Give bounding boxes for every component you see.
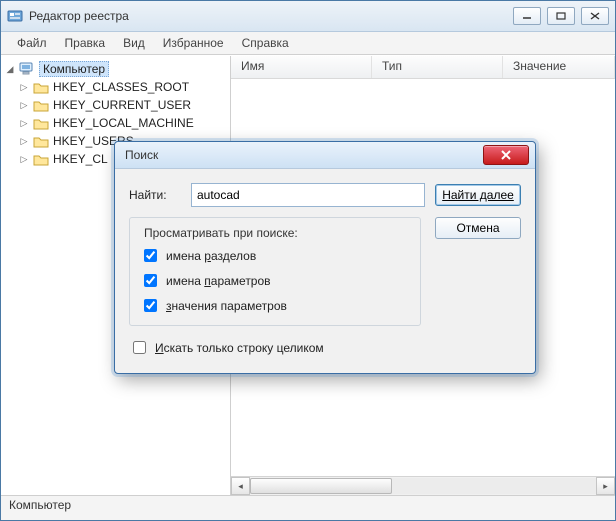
- tree-node-label: HKEY_CLASSES_ROOT: [53, 80, 189, 94]
- collapse-icon[interactable]: ◢: [5, 64, 15, 74]
- regedit-icon: [7, 8, 23, 24]
- menu-edit[interactable]: Правка: [57, 34, 114, 52]
- menubar: Файл Правка Вид Избранное Справка: [1, 32, 615, 55]
- look-at-group: Просматривать при поиске: имена разделов…: [129, 217, 421, 326]
- checkbox-values-input[interactable]: [144, 274, 157, 287]
- tree-node-label: HKEY_CL: [53, 152, 108, 166]
- expand-icon[interactable]: ▷: [19, 118, 29, 128]
- menu-favorites[interactable]: Избранное: [155, 34, 232, 52]
- tree-node-label: HKEY_LOCAL_MACHINE: [53, 116, 194, 130]
- expand-icon[interactable]: ▷: [19, 136, 29, 146]
- checkbox-keys-input[interactable]: [144, 249, 157, 262]
- folder-icon: [33, 81, 49, 94]
- computer-icon: [19, 62, 35, 76]
- expand-icon[interactable]: ▷: [19, 154, 29, 164]
- statusbar: Компьютер: [1, 495, 615, 520]
- tree-root-label: Компьютер: [39, 61, 109, 77]
- menu-view[interactable]: Вид: [115, 34, 153, 52]
- tree-node-label: HKEY_CURRENT_USER: [53, 98, 191, 112]
- tree-node[interactable]: ▷ HKEY_CLASSES_ROOT: [17, 78, 228, 96]
- titlebar[interactable]: Редактор реестра: [1, 1, 615, 32]
- dialog-close-button[interactable]: [483, 145, 529, 165]
- folder-icon: [33, 135, 49, 148]
- minimize-button[interactable]: [513, 7, 541, 25]
- close-icon: [500, 150, 512, 160]
- column-type[interactable]: Тип: [372, 56, 503, 78]
- horizontal-scrollbar[interactable]: ◂ ▸: [231, 476, 615, 495]
- column-name[interactable]: Имя: [231, 56, 372, 78]
- find-dialog[interactable]: Поиск Найти: Найти далее Просматривать п…: [114, 141, 536, 374]
- find-next-button[interactable]: Найти далее: [435, 184, 521, 206]
- checkbox-data-input[interactable]: [144, 299, 157, 312]
- expand-icon[interactable]: ▷: [19, 100, 29, 110]
- main-window: Редактор реестра Файл Правка Вид Избранн…: [0, 0, 616, 521]
- folder-icon: [33, 117, 49, 130]
- checkbox-whole-string[interactable]: Искать только строку целиком: [129, 338, 521, 357]
- scroll-right-button[interactable]: ▸: [596, 477, 615, 495]
- expand-icon[interactable]: ▷: [19, 82, 29, 92]
- column-value[interactable]: Значение: [503, 56, 615, 78]
- checkbox-values-label: имена параметров: [166, 274, 271, 288]
- tree-node[interactable]: ▷ HKEY_LOCAL_MACHINE: [17, 114, 228, 132]
- folder-icon: [33, 153, 49, 166]
- folder-icon: [33, 99, 49, 112]
- checkbox-keys[interactable]: имена разделов: [140, 246, 410, 265]
- maximize-button[interactable]: [547, 7, 575, 25]
- tree-node[interactable]: ▷ HKEY_CURRENT_USER: [17, 96, 228, 114]
- checkbox-keys-label: имена разделов: [166, 249, 256, 263]
- find-label: Найти:: [129, 188, 181, 202]
- menu-help[interactable]: Справка: [234, 34, 297, 52]
- status-path: Компьютер: [9, 498, 71, 512]
- menu-file[interactable]: Файл: [9, 34, 55, 52]
- checkbox-whole-label: Искать только строку целиком: [155, 341, 324, 355]
- scroll-track[interactable]: [250, 478, 596, 494]
- scroll-thumb[interactable]: [250, 478, 392, 494]
- window-title: Редактор реестра: [29, 9, 513, 23]
- scroll-left-button[interactable]: ◂: [231, 477, 250, 495]
- list-header: Имя Тип Значение: [231, 56, 615, 79]
- checkbox-values[interactable]: имена параметров: [140, 271, 410, 290]
- window-buttons: [513, 7, 609, 25]
- checkbox-data-label: значения параметров: [166, 299, 287, 313]
- tree-root-node[interactable]: ◢ Компьютер: [3, 60, 228, 78]
- group-title: Просматривать при поиске:: [140, 226, 302, 240]
- close-button[interactable]: [581, 7, 609, 25]
- find-input[interactable]: [191, 183, 425, 207]
- dialog-title: Поиск: [125, 148, 483, 162]
- cancel-button[interactable]: Отмена: [435, 217, 521, 239]
- checkbox-whole-input[interactable]: [133, 341, 146, 354]
- dialog-titlebar[interactable]: Поиск: [115, 142, 535, 169]
- checkbox-data[interactable]: значения параметров: [140, 296, 410, 315]
- dialog-body: Найти: Найти далее Просматривать при пои…: [115, 169, 535, 373]
